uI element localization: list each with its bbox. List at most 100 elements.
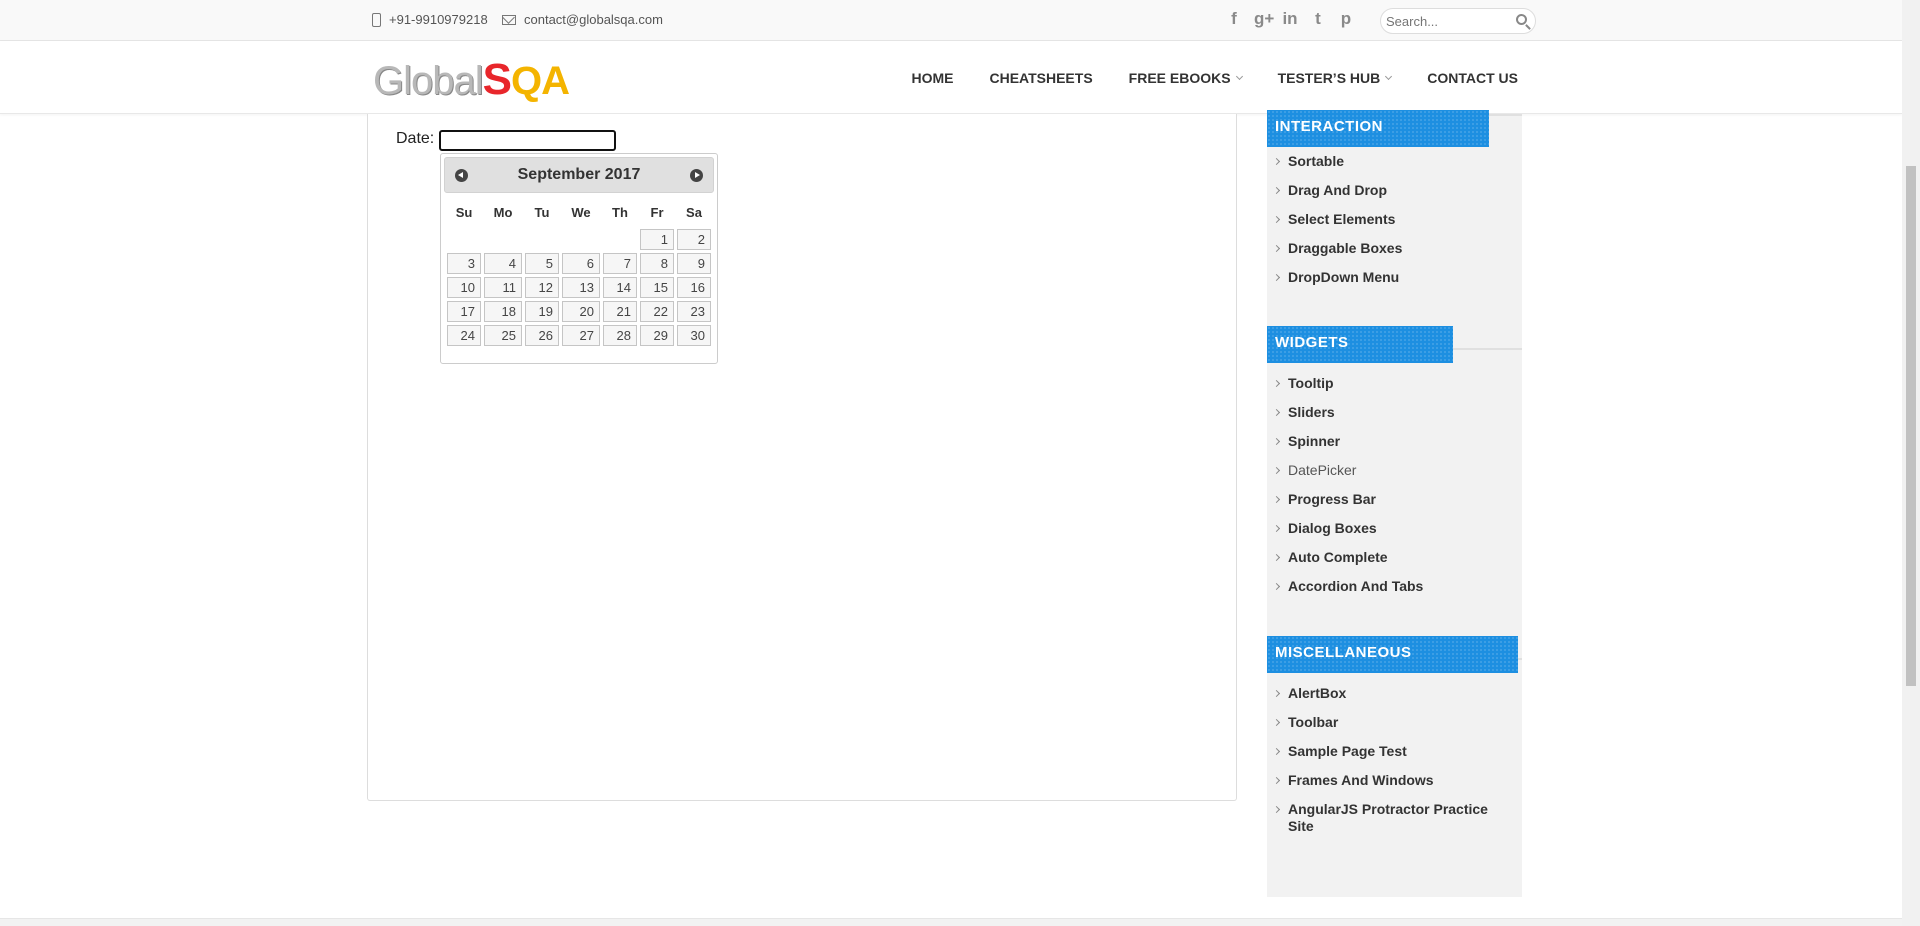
search-icon[interactable]: [1516, 14, 1527, 25]
day-cell[interactable]: 16: [677, 277, 711, 298]
sidebar-item-spinner[interactable]: Spinner: [1267, 433, 1423, 462]
email-address[interactable]: contact@globalsqa.com: [524, 12, 663, 27]
day-cell[interactable]: 27: [562, 325, 600, 346]
day-link[interactable]: 7: [603, 253, 637, 274]
day-link[interactable]: 26: [525, 325, 559, 346]
day-link[interactable]: 19: [525, 301, 559, 322]
day-link[interactable]: 3: [447, 253, 481, 274]
twitter-icon[interactable]: t: [1310, 9, 1326, 29]
day-link[interactable]: 18: [484, 301, 522, 322]
next-month-icon[interactable]: [690, 169, 703, 182]
day-cell[interactable]: 4: [484, 253, 522, 274]
date-input[interactable]: [439, 130, 616, 151]
day-link[interactable]: 13: [562, 277, 600, 298]
scrollbar-thumb[interactable]: [1906, 166, 1916, 686]
day-cell[interactable]: 11: [484, 277, 522, 298]
sidebar-heading-miscellaneous: MISCELLANEOUS: [1267, 636, 1518, 673]
day-link[interactable]: 24: [447, 325, 481, 346]
day-link[interactable]: 29: [640, 325, 674, 346]
day-cell[interactable]: 2: [677, 229, 711, 250]
linkedin-icon[interactable]: in: [1282, 9, 1298, 29]
day-cell[interactable]: 28: [603, 325, 637, 346]
day-cell[interactable]: 9: [677, 253, 711, 274]
day-cell[interactable]: 26: [525, 325, 559, 346]
sidebar-item-dialog-boxes[interactable]: Dialog Boxes: [1267, 520, 1423, 549]
day-link[interactable]: 8: [640, 253, 674, 274]
day-cell[interactable]: 6: [562, 253, 600, 274]
day-cell[interactable]: 21: [603, 301, 637, 322]
sidebar-item-sliders[interactable]: Sliders: [1267, 404, 1423, 433]
search-input[interactable]: [1382, 9, 1502, 33]
top-bar: +91-9910979218 contact@globalsqa.com f g…: [0, 0, 1902, 41]
google-plus-icon[interactable]: g+: [1254, 9, 1274, 29]
sidebar-item-progress-bar[interactable]: Progress Bar: [1267, 491, 1423, 520]
day-link[interactable]: 10: [447, 277, 481, 298]
nav-testers-hub[interactable]: TESTER’S HUB: [1278, 70, 1393, 86]
day-cell[interactable]: 23: [677, 301, 711, 322]
day-cell[interactable]: 22: [640, 301, 674, 322]
day-cell[interactable]: 17: [447, 301, 481, 322]
day-link[interactable]: 22: [640, 301, 674, 322]
sidebar-item-accordion-and-tabs[interactable]: Accordion And Tabs: [1267, 578, 1423, 607]
day-link[interactable]: 17: [447, 301, 481, 322]
day-cell[interactable]: 8: [640, 253, 674, 274]
day-link[interactable]: 12: [525, 277, 559, 298]
day-cell[interactable]: 10: [447, 277, 481, 298]
day-cell[interactable]: 19: [525, 301, 559, 322]
day-link[interactable]: 16: [677, 277, 711, 298]
day-link[interactable]: 23: [677, 301, 711, 322]
sidebar-item-datepicker[interactable]: DatePicker: [1267, 462, 1423, 491]
day-link[interactable]: 11: [484, 277, 522, 298]
pinterest-icon[interactable]: p: [1338, 9, 1354, 29]
day-link[interactable]: 1: [640, 229, 674, 250]
day-cell[interactable]: 13: [562, 277, 600, 298]
day-link[interactable]: 5: [525, 253, 559, 274]
day-cell[interactable]: 3: [447, 253, 481, 274]
day-cell[interactable]: 7: [603, 253, 637, 274]
sidebar-item-alertbox[interactable]: AlertBox: [1267, 685, 1507, 714]
day-cell[interactable]: 20: [562, 301, 600, 322]
day-link[interactable]: 2: [677, 229, 711, 250]
sidebar-item-toolbar[interactable]: Toolbar: [1267, 714, 1507, 743]
day-cell[interactable]: 25: [484, 325, 522, 346]
day-cell[interactable]: 14: [603, 277, 637, 298]
sidebar-item-frames-and-windows[interactable]: Frames And Windows: [1267, 772, 1507, 801]
sidebar-item-tooltip[interactable]: Tooltip: [1267, 375, 1423, 404]
nav-contact-us[interactable]: CONTACT US: [1427, 70, 1518, 86]
day-link[interactable]: 25: [484, 325, 522, 346]
day-link[interactable]: 27: [562, 325, 600, 346]
facebook-icon[interactable]: f: [1226, 9, 1242, 29]
day-link[interactable]: 15: [640, 277, 674, 298]
sidebar-item-drag-and-drop[interactable]: Drag And Drop: [1267, 182, 1402, 211]
sidebar-item-sortable[interactable]: Sortable: [1267, 153, 1402, 182]
day-link[interactable]: 6: [562, 253, 600, 274]
site-logo[interactable]: GlobalSQA: [373, 55, 570, 105]
day-link[interactable]: 28: [603, 325, 637, 346]
day-cell[interactable]: 15: [640, 277, 674, 298]
day-cell[interactable]: 12: [525, 277, 559, 298]
sidebar-item-select-elements[interactable]: Select Elements: [1267, 211, 1402, 240]
day-cell[interactable]: 1: [640, 229, 674, 250]
sidebar-item-angularjs-practice-site[interactable]: AngularJS Protractor Practice Site: [1267, 801, 1507, 847]
day-link[interactable]: 14: [603, 277, 637, 298]
day-cell[interactable]: 18: [484, 301, 522, 322]
day-link[interactable]: 30: [677, 325, 711, 346]
sidebar-item-draggable-boxes[interactable]: Draggable Boxes: [1267, 240, 1402, 269]
day-cell[interactable]: 24: [447, 325, 481, 346]
day-cell[interactable]: 30: [677, 325, 711, 346]
weekday-header: Tu: [534, 204, 550, 220]
day-cell[interactable]: 29: [640, 325, 674, 346]
sidebar-item-dropdown-menu[interactable]: DropDown Menu: [1267, 269, 1402, 298]
day-link[interactable]: 21: [603, 301, 637, 322]
day-link[interactable]: 9: [677, 253, 711, 274]
day-link[interactable]: 4: [484, 253, 522, 274]
email-contact[interactable]: contact@globalsqa.com: [502, 12, 663, 27]
nav-home[interactable]: HOME: [911, 70, 953, 86]
day-link[interactable]: 20: [562, 301, 600, 322]
sidebar-item-sample-page-test[interactable]: Sample Page Test: [1267, 743, 1507, 772]
nav-free-ebooks[interactable]: FREE EBOOKS: [1129, 70, 1243, 86]
day-cell[interactable]: 5: [525, 253, 559, 274]
prev-month-icon[interactable]: [455, 169, 468, 182]
sidebar-item-auto-complete[interactable]: Auto Complete: [1267, 549, 1423, 578]
nav-cheatsheets[interactable]: CHEATSHEETS: [989, 70, 1092, 86]
